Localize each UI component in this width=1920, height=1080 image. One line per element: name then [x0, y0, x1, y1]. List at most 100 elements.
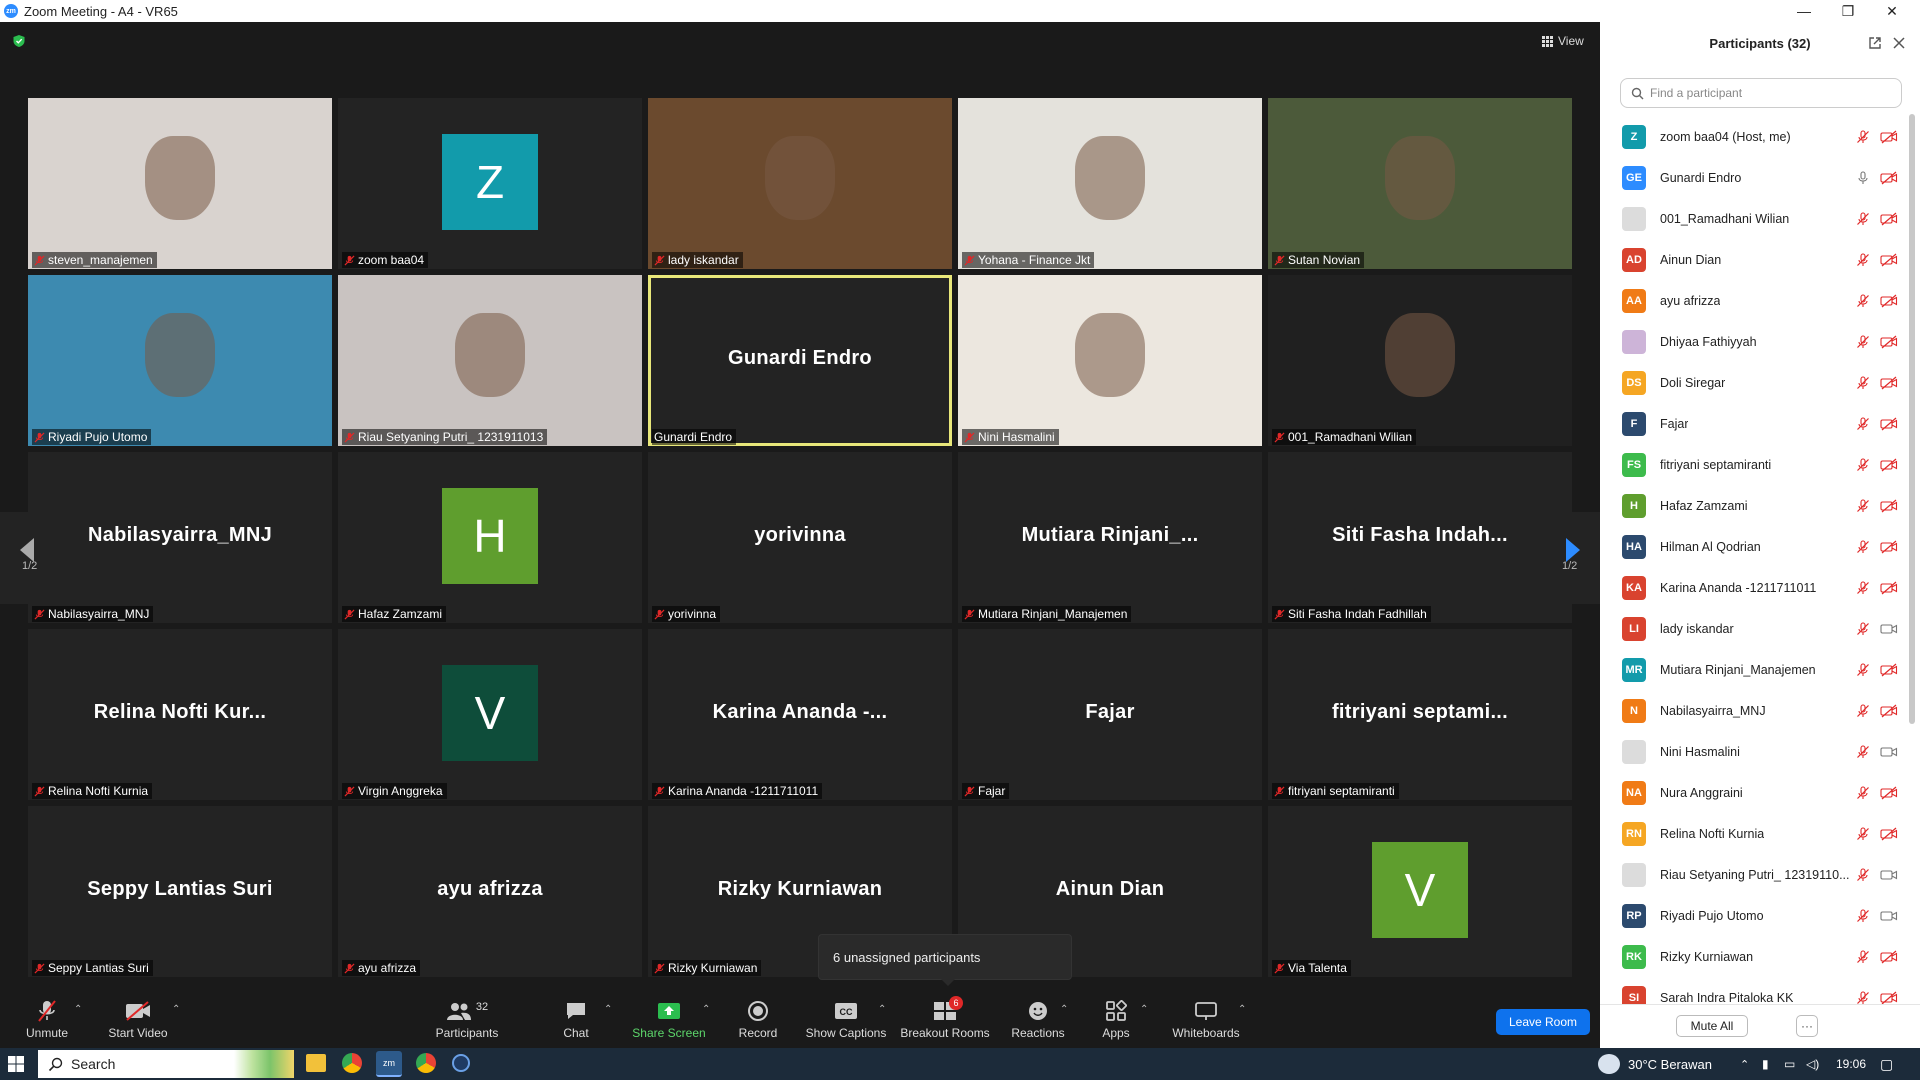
chrome-icon[interactable] — [342, 1053, 362, 1073]
participant-row[interactable]: 001_Ramadhani Wilian — [1600, 198, 1904, 239]
security-shield-icon[interactable] — [12, 34, 26, 48]
network-icon[interactable]: ▮ — [1762, 1048, 1769, 1080]
participant-row[interactable]: FS fitriyani septamiranti — [1600, 444, 1904, 485]
participant-video — [1268, 98, 1572, 269]
breakout-rooms-button[interactable]: 6 Breakout Rooms — [900, 988, 990, 1046]
participants-scrollbar[interactable] — [1909, 114, 1915, 724]
participant-row[interactable]: F Fajar — [1600, 403, 1904, 444]
leave-room-button[interactable]: Leave Room — [1496, 1009, 1590, 1035]
more-options-button[interactable]: ··· — [1796, 1015, 1818, 1037]
camera-icon — [1880, 623, 1898, 634]
video-options-caret[interactable]: ⌃ — [172, 1004, 180, 1015]
participant-row[interactable]: Riau Setyaning Putri_ 12319110... — [1600, 854, 1904, 895]
unassigned-participants-tooltip[interactable]: 6 unassigned participants — [818, 934, 1072, 986]
battery-icon[interactable]: ▭ — [1784, 1048, 1795, 1080]
video-tile[interactable]: Nabilasyairra_MNJ Nabilasyairra_MNJ — [28, 452, 332, 623]
reactions-button[interactable]: Reactions — [1010, 988, 1066, 1046]
share-screen-button[interactable]: Share Screen — [628, 988, 710, 1046]
video-tile[interactable]: lady iskandar — [648, 98, 952, 269]
participant-row[interactable]: H Hafaz Zamzami — [1600, 485, 1904, 526]
video-tile[interactable]: Riau Setyaning Putri_ 1231911013 — [338, 275, 642, 446]
participant-row[interactable]: AD Ainun Dian — [1600, 239, 1904, 280]
participant-row[interactable]: RN Relina Nofti Kurnia — [1600, 813, 1904, 854]
participant-search-input[interactable] — [1650, 86, 1890, 100]
video-tile[interactable]: fitriyani septami... fitriyani septamiran… — [1268, 629, 1572, 800]
participant-row[interactable]: N Nabilasyairra_MNJ — [1600, 690, 1904, 731]
whiteboards-options-caret[interactable]: ⌃ — [1238, 1004, 1246, 1015]
mute-all-button[interactable]: Mute All — [1676, 1015, 1748, 1037]
close-panel-icon[interactable] — [1892, 36, 1906, 50]
participant-row[interactable]: Dhiyaa Fathiyyah — [1600, 321, 1904, 362]
participant-row[interactable]: LI lady iskandar — [1600, 608, 1904, 649]
closed-captions-icon: CC — [834, 998, 858, 1024]
apps-options-caret[interactable]: ⌃ — [1140, 1004, 1148, 1015]
video-tile[interactable]: ayu afrizza ayu afrizza — [338, 806, 642, 977]
reactions-options-caret[interactable]: ⌃ — [1060, 1004, 1068, 1015]
minimize-button[interactable]: — — [1784, 0, 1824, 22]
participant-row[interactable]: RK Rizky Kurniawan — [1600, 936, 1904, 977]
participant-initials-avatar: AD — [1622, 247, 1646, 272]
chat-options-caret[interactable]: ⌃ — [604, 1004, 612, 1015]
participant-video — [1268, 275, 1572, 446]
whiteboards-button[interactable]: Whiteboards — [1170, 988, 1242, 1046]
participant-video — [28, 98, 332, 269]
participant-row[interactable]: GE Gunardi Endro — [1600, 157, 1904, 198]
participants-button[interactable]: 32 Participants — [432, 988, 502, 1046]
notifications-icon[interactable]: ▢ — [1880, 1048, 1893, 1080]
pop-out-icon[interactable] — [1868, 36, 1882, 50]
show-captions-button[interactable]: CC Show Captions — [804, 988, 888, 1046]
windows-start-icon[interactable] — [8, 1056, 24, 1072]
participant-row[interactable]: KA Karina Ananda -1211711011 — [1600, 567, 1904, 608]
video-tile[interactable]: Seppy Lantias Suri Seppy Lantias Suri — [28, 806, 332, 977]
video-tile[interactable]: Zzoom baa04 — [338, 98, 642, 269]
file-explorer-icon[interactable] — [306, 1054, 326, 1072]
video-tile[interactable]: Sutan Novian — [1268, 98, 1572, 269]
tray-overflow-icon[interactable]: ⌃ — [1740, 1048, 1749, 1080]
captions-options-caret[interactable]: ⌃ — [878, 1004, 886, 1015]
close-window-button[interactable]: ✕ — [1872, 0, 1912, 22]
share-options-caret[interactable]: ⌃ — [702, 1004, 710, 1015]
video-tile[interactable]: Siti Fasha Indah... Siti Fasha Indah Fadh… — [1268, 452, 1572, 623]
video-tile[interactable]: V Via Talenta — [1268, 806, 1572, 977]
participant-row[interactable]: DS Doli Siregar — [1600, 362, 1904, 403]
chrome-profile-icon[interactable] — [416, 1053, 436, 1073]
participant-row[interactable]: AA ayu afrizza — [1600, 280, 1904, 321]
participant-row[interactable]: RP Riyadi Pujo Utomo — [1600, 895, 1904, 936]
video-tile[interactable]: steven_manajemen — [28, 98, 332, 269]
participant-search-field[interactable] — [1620, 78, 1902, 108]
video-tile[interactable]: Karina Ananda -... Karina Ananda -1211711… — [648, 629, 952, 800]
video-tile[interactable]: Yohana - Finance Jkt — [958, 98, 1262, 269]
video-tile[interactable]: V Virgin Anggreka — [338, 629, 642, 800]
zoom-taskbar-icon[interactable]: zm — [376, 1051, 402, 1077]
video-tile[interactable]: Riyadi Pujo Utomo — [28, 275, 332, 446]
audio-options-caret[interactable]: ⌃ — [74, 1004, 82, 1015]
video-tile[interactable]: Relina Nofti Kur... Relina Nofti Kurnia — [28, 629, 332, 800]
video-tile[interactable]: 001_Ramadhani Wilian — [1268, 275, 1572, 446]
participant-row[interactable]: HA Hilman Al Qodrian — [1600, 526, 1904, 567]
participant-row[interactable]: MR Mutiara Rinjani_Manajemen — [1600, 649, 1904, 690]
time-display[interactable]: 19:06 — [1836, 1048, 1866, 1080]
taskbar-search-box[interactable]: Search — [38, 1050, 294, 1078]
video-tile[interactable]: H Hafaz Zamzami — [338, 452, 642, 623]
video-tile[interactable]: Fajar Fajar — [958, 629, 1262, 800]
camera-off-icon — [124, 998, 152, 1024]
start-video-button[interactable]: Start Video — [106, 988, 170, 1046]
unmute-button[interactable]: Unmute — [22, 988, 72, 1046]
video-tile[interactable]: Mutiara Rinjani_... Mutiara Rinjani_Manaj… — [958, 452, 1262, 623]
volume-icon[interactable]: ◁) — [1806, 1048, 1819, 1080]
camera-app-icon[interactable] — [452, 1054, 470, 1072]
view-button[interactable]: View — [1536, 30, 1590, 52]
microphone-muted-icon — [1857, 662, 1869, 676]
record-button[interactable]: Record — [736, 988, 780, 1046]
participant-row[interactable]: NA Nura Anggraini — [1600, 772, 1904, 813]
video-tile[interactable]: Nini Hasmalini — [958, 275, 1262, 446]
chat-button[interactable]: Chat — [558, 988, 594, 1046]
video-tile[interactable]: yorivinna yorivinna — [648, 452, 952, 623]
apps-button[interactable]: Apps — [1100, 988, 1132, 1046]
maximize-button[interactable]: ❐ — [1828, 0, 1868, 22]
video-tile[interactable]: Gunardi Endro Gunardi Endro — [648, 275, 952, 446]
tile-name-text: Karina Ananda -1211711011 — [668, 784, 819, 798]
weather-text[interactable]: 30°C Berawan — [1628, 1048, 1712, 1080]
participant-row[interactable]: Zzoom baa04 (Host, me) — [1600, 116, 1904, 157]
participant-row[interactable]: Nini Hasmalini — [1600, 731, 1904, 772]
